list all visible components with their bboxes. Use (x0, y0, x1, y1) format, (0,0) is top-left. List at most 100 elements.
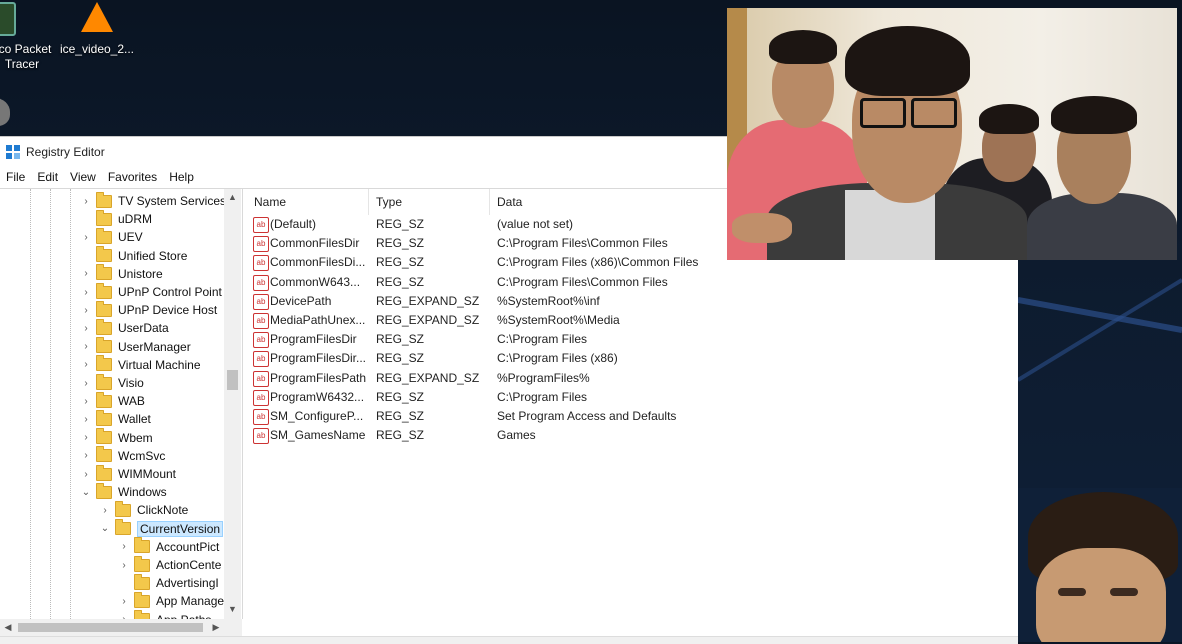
person-hair (979, 104, 1039, 134)
menu-edit[interactable]: Edit (31, 170, 64, 184)
chevron-right-icon[interactable]: › (80, 323, 92, 334)
menu-help[interactable]: Help (163, 170, 200, 184)
value-row[interactable]: ab DevicePath REG_EXPAND_SZ %SystemRoot%\in… (247, 292, 1018, 311)
value-data: C:\Program Files (497, 389, 588, 404)
menu-file[interactable]: File (0, 170, 31, 184)
tree-vertical-scrollbar[interactable]: ▲ ▼ (224, 189, 241, 619)
person-hair (845, 26, 970, 96)
folder-icon (96, 464, 112, 481)
value-row[interactable]: ab ProgramFilesPath REG_EXPAND_SZ %ProgramF… (247, 369, 1018, 388)
value-type: REG_SZ (376, 332, 425, 347)
glasses (860, 98, 906, 128)
chevron-right-icon[interactable]: › (80, 432, 92, 443)
folder-icon (96, 428, 112, 445)
scroll-thumb[interactable] (227, 370, 238, 390)
value-row[interactable]: ab ProgramW6432... REG_SZ C:\Program Files (247, 388, 1018, 407)
gimp-icon (0, 98, 42, 134)
tree-item[interactable]: › Virtual Machine (80, 355, 201, 374)
chevron-down-icon[interactable]: ⌄ (80, 487, 92, 498)
value-row[interactable]: ab ProgramFilesDir REG_SZ C:\Program Files (247, 330, 1018, 349)
value-row[interactable]: ab MediaPathUnex... REG_EXPAND_SZ %SystemRo… (247, 311, 1018, 330)
packet-tracer-icon (0, 2, 42, 38)
tree-item-label: ClickNote (137, 503, 189, 518)
value-row[interactable]: ab ProgramFilesDir... REG_SZ C:\Program Fil… (247, 349, 1018, 368)
value-type: REG_SZ (376, 217, 425, 231)
tree-item[interactable]: › Wallet (80, 409, 151, 428)
scroll-right-arrow-icon[interactable]: ▶ (208, 619, 224, 636)
value-row[interactable]: ab CommonW643... REG_SZ C:\Program Files\Co… (247, 273, 1018, 292)
chevron-down-icon[interactable]: ⌄ (99, 523, 111, 534)
chevron-right-icon[interactable]: › (80, 396, 92, 407)
chevron-right-icon[interactable]: › (80, 268, 92, 279)
desktop-icon-gimp[interactable] (0, 98, 62, 138)
desktop-icon-label: Tracer (4, 57, 40, 71)
column-header-name[interactable]: Name (247, 189, 369, 215)
tree-item[interactable]: › TV System Services (80, 191, 226, 210)
folder-icon (115, 500, 131, 517)
folder-icon (96, 482, 112, 499)
value-data: %SystemRoot%\Media (497, 313, 620, 327)
chevron-right-icon[interactable]: › (80, 359, 92, 370)
folder-icon (115, 519, 131, 536)
tree-item-label: UserManager (118, 339, 191, 354)
tree-item[interactable]: uDRM (80, 209, 152, 228)
tree-item[interactable]: › Visio (80, 373, 144, 392)
value-row[interactable]: ab SM_ConfigureP... REG_SZ Set Program Acce… (247, 407, 1018, 426)
tree-item[interactable]: › UserData (80, 318, 169, 337)
string-value-icon: ab (253, 313, 269, 329)
value-name: ProgramW6432... (270, 389, 365, 404)
tree-guide-line (70, 189, 71, 619)
tree-item[interactable]: › App Manage (118, 591, 224, 610)
tree-item[interactable]: › UEV (80, 227, 143, 246)
hand (732, 213, 792, 243)
chevron-right-icon[interactable]: › (80, 196, 92, 207)
tree-item[interactable]: › WcmSvc (80, 446, 165, 465)
value-row[interactable]: ab SM_GamesName REG_SZ Games (247, 426, 1018, 445)
tree-item[interactable]: › WIMMount (80, 464, 176, 483)
folder-icon (96, 391, 112, 408)
chevron-right-icon[interactable]: › (80, 287, 92, 298)
tree-item[interactable]: › WAB (80, 391, 145, 410)
chevron-right-icon[interactable]: › (118, 596, 130, 607)
tree-item[interactable]: ⌄ Windows (80, 482, 167, 501)
tree-item[interactable]: › AccountPict (118, 537, 219, 556)
scroll-down-arrow-icon[interactable]: ▼ (224, 601, 241, 617)
string-value-icon: ab (253, 293, 269, 310)
chevron-right-icon[interactable]: › (80, 414, 92, 425)
value-type: REG_SZ (376, 428, 425, 443)
tree-item[interactable]: › ClickNote (99, 500, 189, 519)
menu-favorites[interactable]: Favorites (102, 170, 163, 184)
tree-item[interactable]: › Wbem (80, 428, 153, 447)
tree-item[interactable]: ›App Paths (118, 610, 211, 619)
registry-tree[interactable]: › TV System Services uDRM › UEV Unified Store… (0, 189, 243, 619)
folder-icon (96, 337, 112, 354)
chevron-right-icon[interactable]: › (80, 305, 92, 316)
chevron-right-icon[interactable]: › (99, 505, 111, 516)
menu-view[interactable]: View (64, 170, 102, 184)
chevron-right-icon[interactable]: › (118, 541, 130, 552)
chevron-right-icon[interactable]: › (80, 232, 92, 243)
tree-item[interactable]: Unified Store (80, 246, 187, 265)
string-value-icon: ab (253, 332, 269, 349)
tree-item[interactable]: AdvertisingI (118, 573, 219, 592)
scroll-left-arrow-icon[interactable]: ◀ (0, 619, 16, 636)
chevron-right-icon[interactable]: › (80, 450, 92, 461)
chevron-right-icon[interactable]: › (80, 341, 92, 352)
desktop-icon-packet-tracer[interactable]: sco Packet Tracer (0, 2, 62, 72)
tree-horizontal-scrollbar[interactable]: ◀ ▶ (0, 619, 242, 636)
tree-item[interactable]: › UPnP Device Host (80, 300, 218, 319)
tree-item[interactable]: ⌄ CurrentVersion (99, 519, 224, 538)
scroll-up-arrow-icon[interactable]: ▲ (224, 189, 241, 205)
tree-item[interactable]: › ActionCente (118, 555, 221, 574)
chevron-right-icon[interactable]: › (80, 378, 92, 389)
tree-item[interactable]: › UserManager (80, 337, 191, 356)
column-header-type[interactable]: Type (369, 189, 490, 215)
tree-item[interactable]: › Unistore (80, 264, 163, 283)
tree-item[interactable]: › UPnP Control Point (80, 282, 222, 301)
chevron-right-icon[interactable]: › (80, 469, 92, 480)
chevron-right-icon[interactable]: › (118, 560, 130, 571)
desktop-icon-video[interactable]: ice_video_2... (57, 2, 137, 57)
wallpaper-detail (1018, 260, 1182, 488)
tree-item-label: UPnP Device Host (118, 303, 218, 318)
scroll-thumb[interactable] (18, 623, 203, 632)
